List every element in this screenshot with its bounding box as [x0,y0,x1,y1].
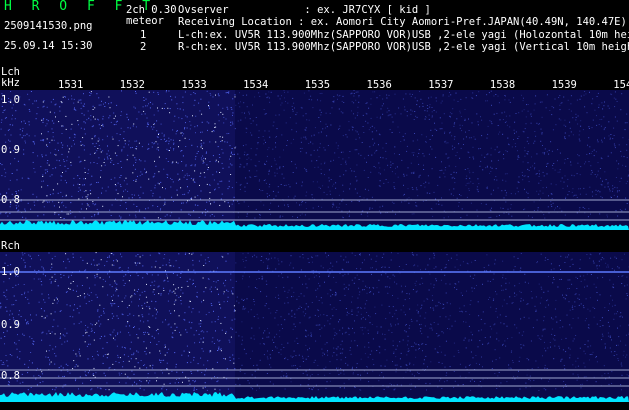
observer-line: Ovserver : ex. JR7CYX [ kid ] [178,4,431,16]
rch-waterfall [0,252,629,402]
lch-count: 1 [140,29,147,41]
rch-freq-tick-1.0: 1.0 [1,266,20,278]
meteor-label: meteor [126,15,164,27]
lch-spectrogram [0,90,629,230]
lch-unit: kHz [1,77,20,89]
rch-count: 2 [140,41,147,53]
rch-spectrogram [0,252,629,402]
lch-info-line: L-ch:ex. UV5R 113.900Mhz(SAPPORO VOR)USB… [178,29,629,41]
rch-info-line: R-ch:ex. UV5R 113.900Mhz(SAPPORO VOR)USB… [178,41,629,53]
lch-freq-tick-0.8: 0.8 [1,194,20,206]
file-name: 2509141530.png [4,20,93,32]
location-line: Receiving Location : ex. Aomori City Aom… [178,16,627,28]
rch-freq-tick-0.8: 0.8 [1,370,20,382]
rch-label: Rch [1,240,20,252]
rch-freq-tick-0.9: 0.9 [1,319,20,331]
datetime: 25.09.14 15:30 [4,40,93,52]
lch-freq-tick-1.0: 1.0 [1,94,20,106]
lch-waterfall [0,90,629,230]
lch-freq-tick-0.9: 0.9 [1,144,20,156]
